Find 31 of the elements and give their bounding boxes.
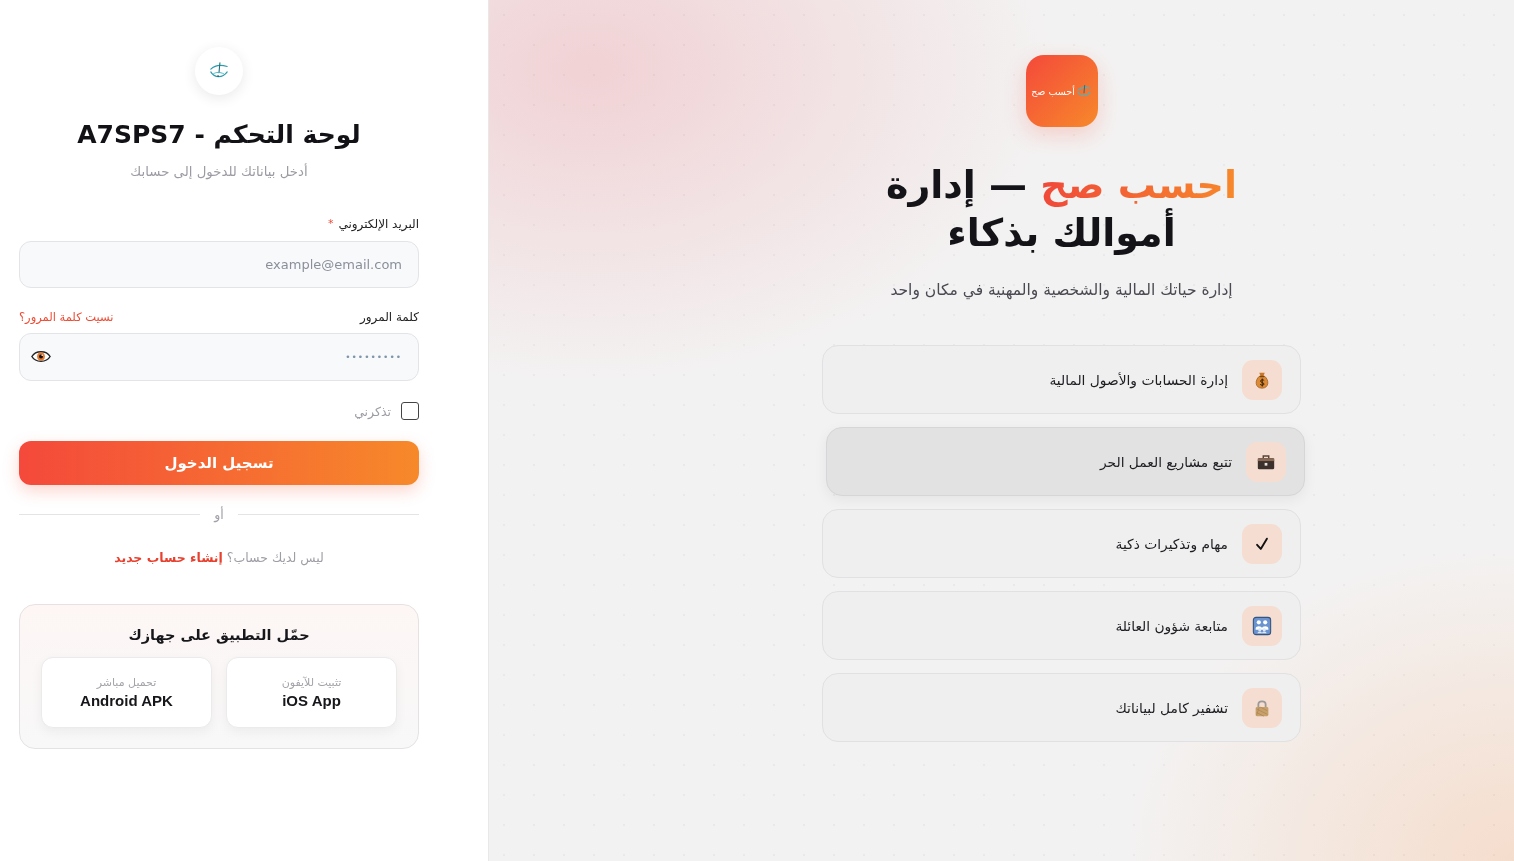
feature-label: متابعة شؤون العائلة <box>1115 617 1228 634</box>
logo-text: أحسب صح <box>1031 85 1075 97</box>
login-button[interactable]: تسجيل الدخول <box>19 441 419 485</box>
check-icon <box>1242 523 1282 564</box>
divider-text: أو <box>214 506 224 522</box>
email-label: البريد الإلكتروني <box>338 216 419 233</box>
forgot-password-link[interactable]: نسيت كلمة المرور؟ <box>19 308 114 326</box>
install-title: حمّل التطبيق على جهازك <box>127 626 311 646</box>
hero-title: احسب صح — إدارة أموالك بذكاء <box>886 162 1237 257</box>
signup-prompt: ليس لديك حساب؟ <box>226 549 324 568</box>
required-asterisk: * <box>327 216 334 232</box>
signup-link[interactable]: إنشاء حساب جديد <box>114 548 223 568</box>
password-field[interactable]: ••••••••• <box>19 333 419 381</box>
logo-icon <box>1075 83 1092 99</box>
feature-label: تتبع مشاريع العمل الحر <box>1099 453 1232 470</box>
remember-label: تذكرني <box>354 403 391 419</box>
password-label: كلمة المرور <box>360 309 419 326</box>
hero-subtitle: إدارة حياتك المالية والشخصية والمهنية في مكان واحد <box>890 280 1233 300</box>
feature-label: إدارة الحسابات والأصول المالية <box>1049 371 1228 388</box>
briefcase-icon <box>1246 441 1286 482</box>
page-title: لوحة التحكم - A7SPS7 <box>76 119 362 151</box>
eye-icon[interactable] <box>31 349 51 364</box>
money-bag-icon <box>1242 359 1282 400</box>
padlock-icon <box>1242 687 1282 728</box>
logo-icon <box>195 47 243 95</box>
feature-label: مهام وتذكيرات ذكية <box>1115 535 1228 552</box>
checkbox[interactable] <box>401 402 419 420</box>
feature-label: تشفير كامل لبياناتك <box>1115 699 1228 716</box>
family-icon <box>1242 605 1282 646</box>
login-subtitle: أدخل بياناتك للدخول إلى حسابك <box>129 162 309 182</box>
email-field[interactable]: example@email.com <box>19 241 419 288</box>
